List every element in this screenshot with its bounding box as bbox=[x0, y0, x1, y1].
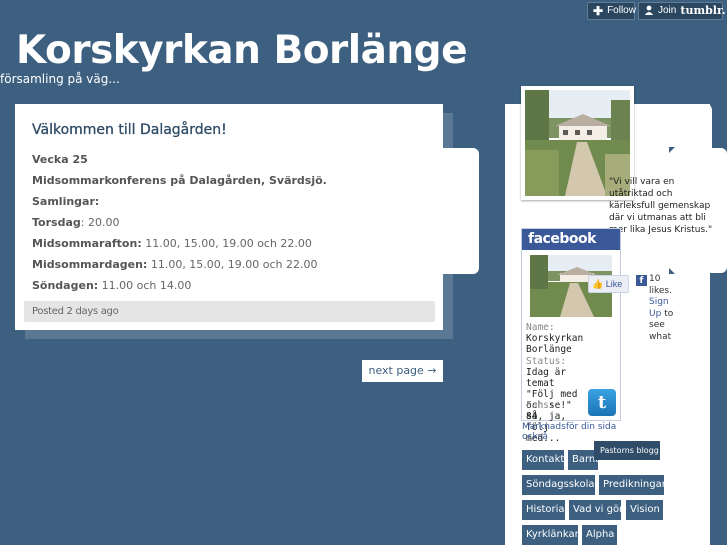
join-tumblr-button[interactable]: Join tumblr. bbox=[638, 2, 726, 20]
nav-predikningar[interactable]: Predikningar bbox=[599, 475, 666, 495]
schedule-day: Midsommarafton: bbox=[32, 237, 142, 250]
plus-icon: ✚ bbox=[593, 4, 604, 18]
site-tagline: församling på väg... bbox=[0, 72, 120, 86]
next-page-button[interactable]: next page → bbox=[362, 360, 443, 382]
post-meta: Posted 2 days ago bbox=[24, 301, 435, 322]
schedule-row: Söndagen: 11.00 och 14.00 bbox=[32, 279, 427, 292]
schedule-times: 20.00 bbox=[87, 216, 120, 229]
nav-historia[interactable]: Historia bbox=[522, 500, 565, 520]
post-title[interactable]: Välkommen till Dalagården! bbox=[32, 122, 427, 138]
post-gatherings-label: Samlingar: bbox=[32, 195, 100, 208]
facebook-likes-count: 10 likes. bbox=[649, 274, 672, 296]
post-date-link[interactable]: Posted 2 days ago bbox=[32, 306, 119, 317]
schedule-row: Torsdag: 20.00 bbox=[32, 216, 427, 229]
nav-sondagsskola[interactable]: Söndagsskola bbox=[522, 475, 595, 495]
facebook-name-field: Name: Korskyrkan Borlänge bbox=[526, 322, 618, 355]
nav-vision[interactable]: Vision bbox=[626, 500, 663, 520]
tumblr-logo: tumblr. bbox=[680, 4, 726, 17]
thumbs-up-icon: 👍 bbox=[592, 279, 604, 289]
post-card: Välkommen till Dalagården! Vecka 25 Mids… bbox=[15, 104, 443, 330]
facebook-like-button[interactable]: 👍 Like bbox=[588, 275, 629, 293]
schedule-times: 11.00, 15.00, 19.00 och 22.00 bbox=[145, 237, 312, 250]
facebook-promote-link[interactable]: Marknadsför din sida också bbox=[522, 422, 642, 442]
post-conference: Midsommarkonferens på Dalagården, Svärds… bbox=[32, 174, 327, 187]
schedule-day: Midsommardagen: bbox=[32, 258, 148, 271]
nav-dropdown-pastorns-blogg[interactable]: Pastorns blogg bbox=[594, 441, 660, 460]
schedule-row: Midsommardagen: 11.00, 15.00, 19.00 och … bbox=[32, 258, 427, 271]
twitter-icon[interactable]: t bbox=[588, 389, 616, 416]
user-icon bbox=[644, 5, 654, 17]
schedule-day: Söndagen: bbox=[32, 279, 99, 292]
nav-kontakt[interactable]: Kontakt bbox=[522, 450, 564, 470]
nav-kyrklankar[interactable]: Kyrklänkar bbox=[522, 525, 579, 545]
schedule-times: 11.00 och 14.00 bbox=[101, 279, 192, 292]
follow-label: Follow bbox=[607, 5, 636, 16]
schedule-times: 11.00, 15.00, 19.00 och 22.00 bbox=[150, 258, 318, 271]
church-vision-quote: "Vi vill vara en utåtriktad och kärleksf… bbox=[609, 177, 713, 235]
corner-mark bbox=[669, 147, 675, 153]
facebook-logo[interactable]: facebook bbox=[522, 229, 620, 250]
post-week: Vecka 25 bbox=[32, 153, 88, 166]
facebook-status-key: Status: bbox=[526, 356, 567, 367]
schedule-sep: : bbox=[80, 216, 88, 229]
follow-button[interactable]: ✚ Follow bbox=[587, 2, 636, 20]
nav-alpha[interactable]: Alpha bbox=[582, 525, 617, 545]
nav-vad-vi-gor[interactable]: Vad vi gör bbox=[569, 500, 623, 520]
schedule-row: Midsommarafton: 11.00, 15.00, 19.00 och … bbox=[32, 237, 427, 250]
facebook-f-icon: f bbox=[636, 275, 647, 286]
site-title[interactable]: Korskyrkan Borlänge bbox=[16, 28, 468, 74]
facebook-name-key: Name: bbox=[526, 322, 555, 333]
facebook-name-value[interactable]: Korskyrkan Borlänge bbox=[526, 333, 618, 355]
facebook-social-text: 10 likes. Sign Up to see what bbox=[649, 274, 679, 343]
join-label: Join bbox=[658, 5, 677, 16]
schedule-day: Torsdag bbox=[32, 216, 81, 229]
like-label: Like bbox=[605, 279, 623, 289]
